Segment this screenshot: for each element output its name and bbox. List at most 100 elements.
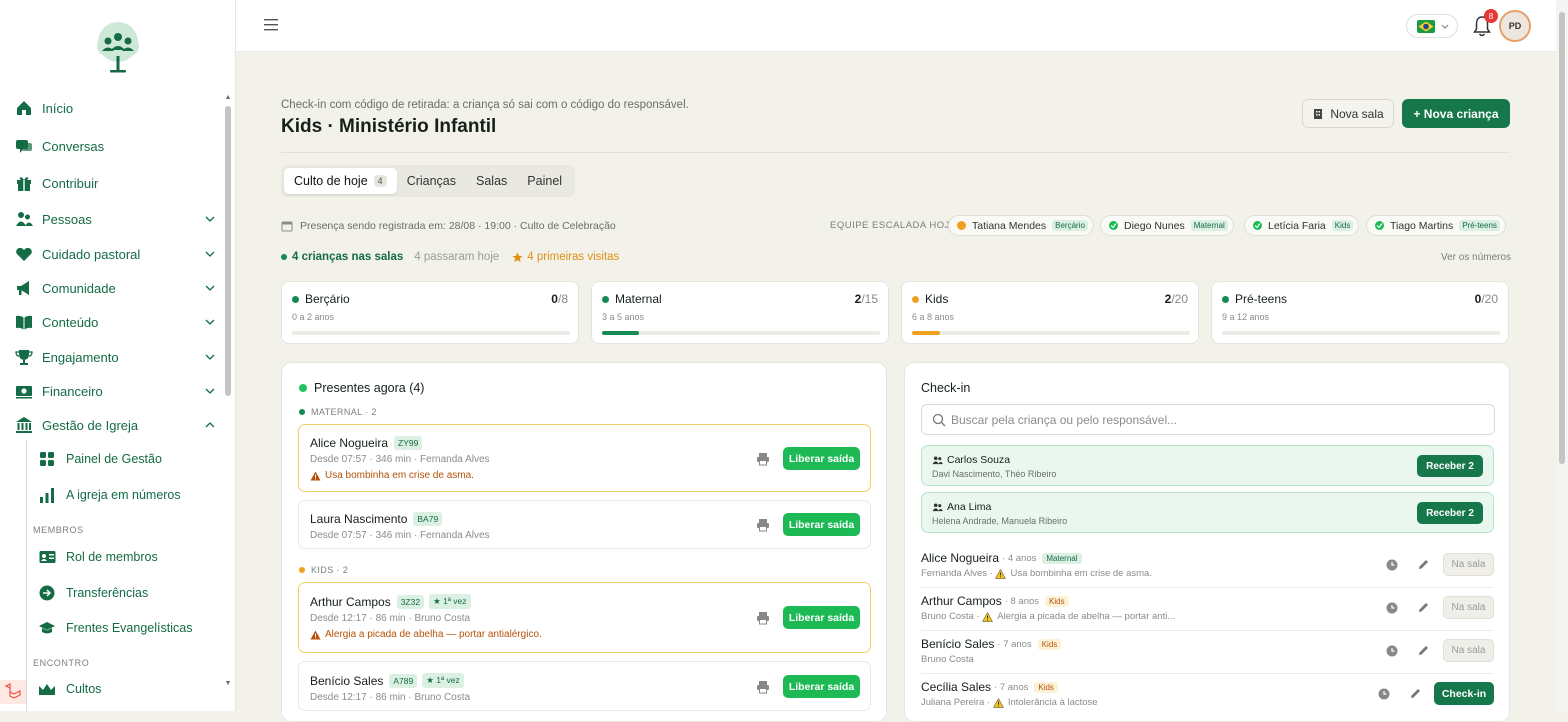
- checkin-row[interactable]: Alice Nogueira · 4 anos Maternal Fernanda …: [921, 545, 1494, 588]
- release-button[interactable]: Liberar saída: [783, 675, 860, 698]
- sidebar-subitem-transferencias[interactable]: Transferências: [38, 582, 218, 604]
- laravel-logo-icon[interactable]: [0, 680, 26, 704]
- page-scrollbar[interactable]: [1556, 0, 1568, 711]
- pickup-code-badge: 3Z32: [396, 594, 425, 609]
- clock-icon[interactable]: [1386, 602, 1398, 614]
- new-room-button[interactable]: Nova sala: [1302, 99, 1394, 128]
- room-name-text: Maternal: [615, 292, 662, 306]
- printer-icon[interactable]: [756, 611, 770, 625]
- room-name: Berçário: [292, 292, 350, 306]
- clock-icon[interactable]: [1386, 559, 1398, 571]
- sidebar-item-gestao-de-igreja[interactable]: Gestão de Igreja: [14, 413, 216, 437]
- sidebar-subitem-frentes-evangelisticas[interactable]: Frentes Evangelísticas: [38, 617, 218, 639]
- clock-icon[interactable]: [1386, 645, 1398, 657]
- sidebar-scrollbar[interactable]: ▲ ▼: [224, 94, 232, 690]
- chevron-down-icon: [1441, 24, 1449, 29]
- in-room-button[interactable]: Na sala: [1443, 596, 1494, 619]
- status-dot: [299, 384, 307, 392]
- room-card-maternal[interactable]: Maternal 2/15 3 a 5 anos: [591, 281, 889, 344]
- page-scroll-thumb[interactable]: [1559, 12, 1565, 464]
- user-avatar[interactable]: PD: [1499, 10, 1531, 42]
- guardian-name: Ana Lima: [932, 501, 991, 513]
- sidebar-subitem-painel-de-gestao[interactable]: Painel de Gestão: [38, 448, 218, 470]
- tab-culto-de-hoje[interactable]: Culto de hoje 4: [284, 168, 397, 194]
- release-button[interactable]: Liberar saída: [783, 447, 860, 470]
- sidebar-item-contribuir[interactable]: Contribuir: [14, 171, 216, 195]
- chevron-down-icon[interactable]: [204, 282, 216, 294]
- team-chip[interactable]: Tatiana Mendes Berçário: [948, 215, 1094, 236]
- printer-icon[interactable]: [756, 452, 770, 466]
- sidebar-item-cuidado-pastoral[interactable]: Cuidado pastoral: [14, 242, 216, 266]
- sidebar-item-inicio[interactable]: Início: [14, 96, 216, 120]
- release-button[interactable]: Liberar saída: [783, 513, 860, 536]
- edit-pencil-icon[interactable]: [1417, 558, 1430, 571]
- sidebar-item-pessoas[interactable]: Pessoas: [14, 207, 216, 231]
- edit-pencil-icon[interactable]: [1409, 687, 1422, 700]
- in-room-button[interactable]: Na sala: [1443, 553, 1494, 576]
- clock-icon[interactable]: [1378, 688, 1390, 700]
- present-child-card[interactable]: Arthur Campos 3Z32 ★ 1ª vez Desde 12:17 · …: [298, 582, 871, 653]
- new-child-button[interactable]: + Nova criança: [1402, 99, 1510, 128]
- main-content: Check-in com código de retirada: a crian…: [236, 52, 1556, 722]
- team-chip[interactable]: Tiago Martins Pré-teens: [1366, 215, 1506, 236]
- language-selector[interactable]: [1406, 14, 1458, 38]
- present-child-card[interactable]: Laura Nascimento BA79 Desde 07:57 · 346 m…: [298, 500, 871, 549]
- checkin-child-age: · 7 anos: [997, 638, 1032, 650]
- church-logo-icon[interactable]: [93, 20, 143, 74]
- checkin-row[interactable]: Benício Sales · 7 anos Kids Bruno Costa Na…: [921, 631, 1494, 674]
- receive-button[interactable]: Receber 2: [1417, 455, 1483, 477]
- sidebar-scroll-thumb[interactable]: [225, 106, 231, 396]
- present-child-card[interactable]: Alice Nogueira ZY99 Desde 07:57 · 346 min…: [298, 424, 871, 492]
- printer-icon[interactable]: [756, 680, 770, 694]
- checkin-button[interactable]: Check-in: [1434, 682, 1494, 705]
- edit-pencil-icon[interactable]: [1417, 644, 1430, 657]
- sidebar-subitem-rol-de-membros[interactable]: Rol de membros: [38, 546, 218, 568]
- sidebar-item-conteudo[interactable]: Conteúdo: [14, 310, 216, 334]
- room-tag: Maternal: [1042, 552, 1082, 564]
- tab-painel[interactable]: Painel: [517, 168, 572, 194]
- in-room-button[interactable]: Na sala: [1443, 639, 1494, 662]
- guardian-name-text: Ana Lima: [947, 501, 992, 513]
- tab-salas[interactable]: Salas: [466, 168, 517, 194]
- sidebar-item-comunidade[interactable]: Comunidade: [14, 276, 216, 300]
- sidebar-item-engajamento[interactable]: Engajamento: [14, 345, 216, 369]
- sidebar-subitem-igreja-em-numeros[interactable]: A igreja em números: [38, 484, 218, 506]
- room-card-pre-teens[interactable]: Pré-teens 0/20 9 a 12 anos: [1211, 281, 1509, 344]
- printer-icon[interactable]: [756, 518, 770, 532]
- menu-hamburger-icon[interactable]: [263, 18, 279, 32]
- checkin-row[interactable]: Arthur Campos · 8 anos Kids Bruno Costa · …: [921, 588, 1494, 631]
- checkin-child-name-text: Cecília Sales: [921, 680, 992, 694]
- edit-pencil-icon[interactable]: [1417, 601, 1430, 614]
- guardian-card[interactable]: Carlos Souza Davi Nascimento, Théo Ribei…: [921, 445, 1494, 486]
- room-card-bercario[interactable]: Berçário 0/8 0 a 2 anos: [281, 281, 579, 344]
- guardian-card[interactable]: Ana Lima Helena Andrade, Manuela Ribeiro…: [921, 492, 1494, 533]
- scroll-down-arrow-icon[interactable]: ▼: [224, 680, 232, 688]
- chevron-down-icon[interactable]: [204, 213, 216, 225]
- sidebar-subitem-cultos[interactable]: Cultos: [38, 678, 218, 700]
- chevron-down-icon[interactable]: [204, 385, 216, 397]
- sidebar-item-conversas[interactable]: Conversas: [14, 134, 216, 158]
- sidebar-item-financeiro[interactable]: Financeiro: [14, 379, 216, 403]
- sidebar-subitem-label: Painel de Gestão: [66, 452, 162, 466]
- team-member-name: Letícia Faria: [1268, 219, 1326, 232]
- see-numbers-link[interactable]: Ver os números: [1441, 252, 1511, 263]
- status-dot: [912, 295, 919, 303]
- release-button[interactable]: Liberar saída: [783, 606, 860, 629]
- tab-label: Painel: [527, 174, 563, 188]
- calendar-icon: [281, 221, 293, 232]
- team-chip[interactable]: Letícia Faria Kids: [1244, 215, 1360, 236]
- tab-criancas[interactable]: Crianças: [397, 168, 466, 194]
- chevron-up-icon[interactable]: [204, 419, 216, 431]
- checkin-search[interactable]: Buscar pela criança ou pelo responsável.…: [921, 404, 1495, 435]
- receive-button[interactable]: Receber 2: [1417, 502, 1483, 524]
- team-chip[interactable]: Diego Nunes Maternal: [1100, 215, 1234, 236]
- tab-label: Salas: [476, 174, 508, 188]
- present-child-card[interactable]: Benício Sales A789 ★ 1ª vez Desde 12:17 · …: [298, 661, 871, 711]
- room-card-kids[interactable]: Kids 2/20 6 a 8 anos: [901, 281, 1199, 344]
- header-divider: [281, 152, 1510, 153]
- chevron-down-icon[interactable]: [204, 248, 216, 260]
- scroll-up-arrow-icon[interactable]: ▲: [224, 94, 232, 102]
- chevron-down-icon[interactable]: [204, 316, 216, 328]
- chevron-down-icon[interactable]: [204, 351, 216, 363]
- pickup-code-badge: ZY99: [394, 436, 423, 450]
